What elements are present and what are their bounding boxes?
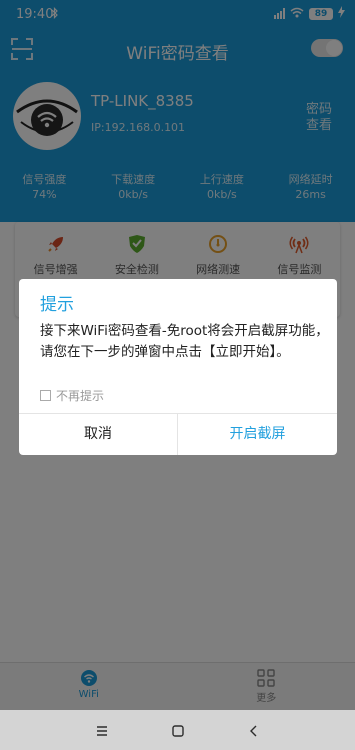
- dont-show-again-checkbox[interactable]: [40, 390, 51, 401]
- dialog-title: 提示: [40, 295, 74, 315]
- modal-scrim-nav: [0, 710, 355, 750]
- dont-show-again-option[interactable]: 不再提示: [40, 387, 104, 404]
- screen-capture-dialog: 提示 接下来WiFi密码查看-免root将会开启截屏功能，请您在下一步的弹窗中点…: [19, 279, 337, 455]
- start-screen-capture-button[interactable]: 开启截屏: [178, 414, 337, 455]
- checkbox-label: 不再提示: [56, 389, 105, 403]
- dialog-message: 接下来WiFi密码查看-免root将会开启截屏功能，请您在下一步的弹窗中点击【立…: [40, 323, 329, 360]
- cancel-button[interactable]: 取消: [19, 414, 177, 455]
